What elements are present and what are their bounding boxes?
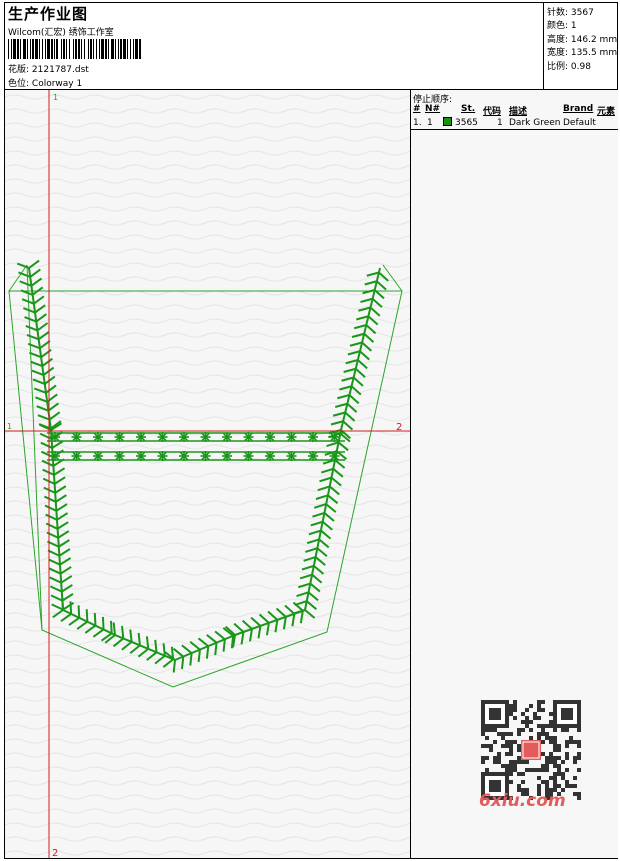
col-needle: N# [425, 104, 441, 114]
colorway-label: 色位: [8, 79, 30, 89]
embroidery-preview: 1 2 1 2 [5, 90, 410, 858]
stat-scale: 比例: 0.98 [547, 59, 591, 72]
design-file: 花版: 2121787.dst [8, 62, 89, 75]
stat-value: 1 [570, 21, 577, 31]
col-stitches: St. [461, 104, 476, 114]
row-stitches: 3565 [455, 118, 478, 128]
col-description: 描述 [509, 107, 528, 117]
stat-label: 比例: [547, 62, 569, 72]
col-index: # [413, 104, 421, 114]
design-value: 2121787.dst [31, 65, 89, 75]
stat-stitches: 针数: 3567 [547, 5, 594, 18]
page-title: 生产作业图 [8, 5, 89, 23]
row-index: 1. [413, 118, 422, 128]
thread-color-swatch [443, 117, 452, 126]
design-label: 花版: [8, 65, 30, 75]
axis-x-start-label: 1 [7, 422, 12, 431]
col-element: 元素 [597, 107, 616, 117]
canvas-background [5, 90, 410, 858]
row-code: 1 [497, 118, 503, 128]
stat-colors: 颜色: 1 [547, 18, 577, 31]
company-name: Wilcom(汇宏) 绣饰工作室 [8, 28, 114, 38]
row-needle: 1 [427, 118, 433, 128]
axis-y-end-label: 2 [52, 848, 58, 858]
stat-label: 针数: [547, 8, 569, 18]
stat-width: 宽度: 135.5 mm [547, 45, 617, 58]
col-code: 代码 [483, 107, 502, 117]
stat-label: 宽度: [547, 48, 569, 58]
stat-value: 135.5 mm [570, 48, 618, 58]
stat-label: 高度: [547, 35, 569, 45]
header-info: 生产作业图 Wilcom(汇宏) 绣饰工作室 花版: 2121787.dst 色… [5, 3, 543, 89]
col-brand: Brand [563, 104, 594, 114]
stat-value: 3567 [570, 8, 594, 18]
stat-height: 高度: 146.2 mm [547, 32, 617, 45]
row-brand: Default [563, 118, 596, 128]
production-worksheet: 生产作业图 Wilcom(汇宏) 绣饰工作室 花版: 2121787.dst 色… [4, 2, 618, 859]
barcode [8, 39, 141, 59]
watermark-site: 6xiu.com [479, 791, 566, 811]
table-divider [411, 129, 618, 130]
row-description: Dark Green [509, 118, 561, 128]
stat-label: 颜色: [547, 21, 569, 31]
axis-y-start-label: 1 [53, 93, 58, 102]
design-canvas: 1 2 1 2 [5, 90, 410, 858]
colorway-value: Colorway 1 [31, 79, 83, 89]
stat-value: 0.98 [570, 62, 591, 72]
colorway: 色位: Colorway 1 [8, 76, 82, 89]
design-stats: 针数: 3567 颜色: 1 高度: 146.2 mm 宽度: 135.5 mm… [543, 3, 618, 89]
stat-value: 146.2 mm [570, 35, 618, 45]
axis-x-end-label: 2 [396, 422, 402, 433]
